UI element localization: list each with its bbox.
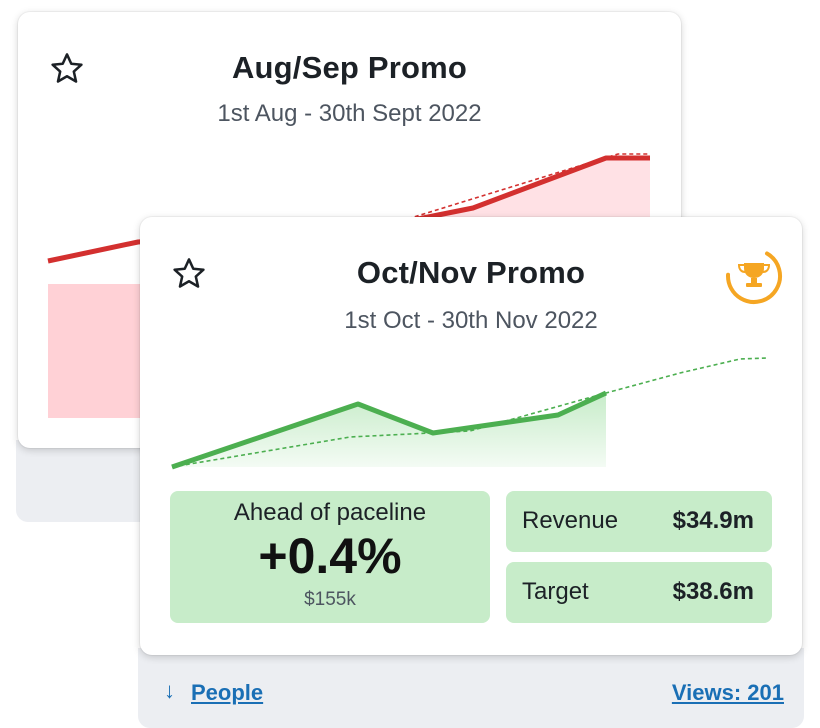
front-card-footer: ↓ People Views: 201 — [138, 648, 804, 728]
card-title: Aug/Sep Promo — [231, 50, 468, 85]
paceline-amount: $155k — [304, 589, 356, 610]
front-trend-chart — [171, 357, 769, 470]
card-title: Oct/Nov Promo — [356, 255, 586, 290]
trophy-icon — [744, 263, 764, 278]
card-date-range: 1st Oct - 30th Nov 2022 — [344, 307, 598, 334]
promo-card-oct-nov[interactable]: Oct/Nov Promo 1st Oct - 30th Nov 2022 Ah… — [140, 217, 802, 655]
target-label: Target — [522, 578, 589, 605]
revenue-metric: Revenue $34.9m — [506, 491, 772, 552]
target-metric: Target $38.6m — [506, 562, 772, 623]
target-value: $38.6m — [672, 578, 754, 605]
trophy-progress-icon — [726, 248, 782, 304]
paceline-metric: Ahead of paceline +0.4% $155k — [170, 491, 490, 623]
arrow-down-icon: ↓ — [164, 678, 175, 703]
people-link[interactable]: People — [191, 680, 263, 706]
paceline-label: Ahead of paceline — [233, 499, 427, 526]
revenue-label: Revenue — [522, 507, 619, 534]
card-date-range: 1st Aug - 30th Sept 2022 — [217, 100, 482, 127]
revenue-value: $34.9m — [672, 507, 754, 534]
paceline-value: +0.4% — [258, 528, 402, 584]
views-link[interactable]: Views: 201 — [672, 680, 784, 706]
